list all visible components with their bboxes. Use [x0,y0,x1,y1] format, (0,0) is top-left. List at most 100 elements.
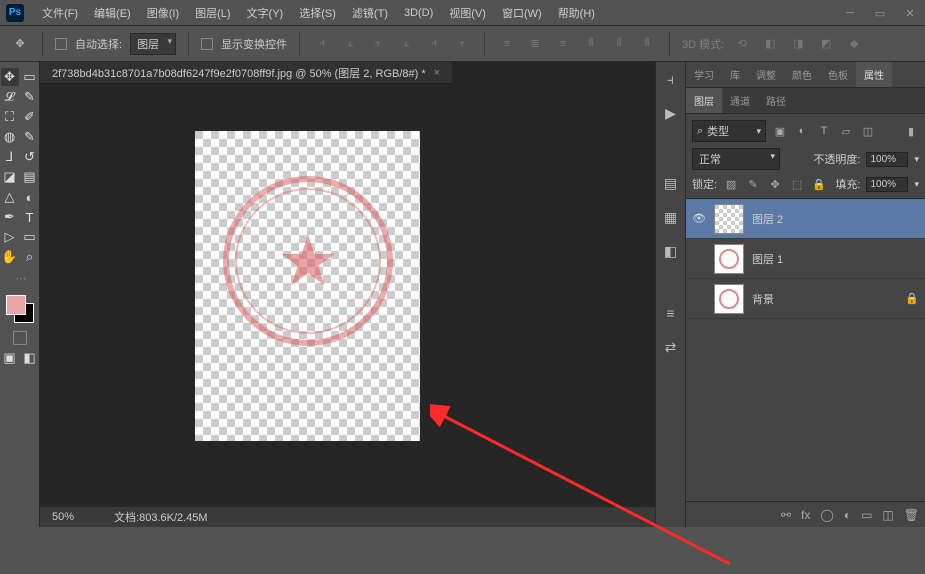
heal-tool[interactable]: ◍ [1,128,19,146]
lock-position-icon[interactable]: ✥ [767,177,783,191]
3d-orbit-icon[interactable]: ⟲ [732,34,752,54]
align-center-h-icon[interactable]: ⫠ [340,34,360,54]
hand-tool[interactable]: ✋ [1,248,19,266]
menu-type[interactable]: 文字(Y) [239,5,292,21]
pen-tool[interactable]: ✒ [1,208,19,226]
eyedropper-tool[interactable]: ✐ [21,108,39,126]
blur-tool[interactable]: △ [1,188,19,206]
gradient-tool[interactable]: ▤ [21,168,39,186]
align-left-icon[interactable]: ⫞ [312,34,332,54]
blend-mode-dropdown[interactable]: 正常 [692,148,780,170]
distribute-4-icon[interactable]: ⫴ [581,34,601,54]
menu-window[interactable]: 窗口(W) [494,5,550,21]
menu-image[interactable]: 图像(I) [139,5,187,21]
tab-paths[interactable]: 路径 [758,88,794,113]
visibility-icon[interactable]: 👁 [692,212,706,225]
tab-swatch[interactable]: 色板 [820,62,856,87]
filter-smart-icon[interactable]: ◫ [860,124,876,138]
stamp-tool[interactable]: ⅃ [1,148,19,166]
screen-mode-2-button[interactable]: ◧ [21,349,39,367]
menu-help[interactable]: 帮助(H) [550,5,603,21]
layer-fx-icon[interactable]: fx [801,508,810,522]
menu-edit[interactable]: 编辑(E) [86,5,139,21]
align-right-icon[interactable]: ⫟ [368,34,388,54]
zoom-tool[interactable]: ⌕ [21,248,39,266]
screen-mode-button[interactable]: ▣ [1,349,19,367]
auto-select-checkbox[interactable] [55,38,67,50]
filter-toggle-icon[interactable]: ▮ [903,124,919,138]
marquee-tool[interactable]: ▭ [21,68,39,86]
group-icon[interactable]: ▭ [861,508,872,522]
canvas[interactable]: ★ [40,84,655,507]
filter-image-icon[interactable]: ▣ [772,124,788,138]
menu-layer[interactable]: 图层(L) [187,5,238,21]
adjustment-layer-icon[interactable]: ◐ [844,508,851,522]
lock-all-icon[interactable]: 🔒 [811,177,827,191]
opacity-input[interactable]: 100% [866,152,908,167]
filter-adjust-icon[interactable]: ◐ [794,124,810,138]
3d-scale-icon[interactable]: ◩ [816,34,836,54]
dodge-tool[interactable]: ◐ [21,188,39,206]
layer-row[interactable]: 👁图层 2 [686,199,925,239]
menu-select[interactable]: 选择(S) [291,5,344,21]
lock-pixels-icon[interactable]: ✎ [745,177,761,191]
brush-tool[interactable]: ✎ [21,128,39,146]
lasso-tool[interactable]: 𝓛 [1,88,19,106]
tab-layers[interactable]: 图层 [686,88,722,113]
filter-shape-icon[interactable]: ▱ [838,124,854,138]
menu-filter[interactable]: 滤镜(T) [344,5,396,21]
fill-input[interactable]: 100% [866,177,908,192]
layer-thumbnail[interactable] [714,244,744,274]
align-top-icon[interactable]: ⫠ [396,34,416,54]
new-layer-icon[interactable]: ◫ [882,508,893,522]
menu-3d[interactable]: 3D(D) [396,7,441,19]
align-center-v-icon[interactable]: ⫞ [424,34,444,54]
lock-nest-icon[interactable]: ⬚ [789,177,805,191]
tab-channels[interactable]: 通道 [722,88,758,113]
layer-thumbnail[interactable] [714,204,744,234]
close-button[interactable]: ✕ [895,0,925,26]
tab-close-icon[interactable]: × [434,67,440,79]
minimize-button[interactable]: ─ [835,0,865,26]
3d-camera-icon[interactable]: ◆ [844,34,864,54]
show-transform-checkbox[interactable] [201,38,213,50]
distribute-5-icon[interactable]: ⫴ [609,34,629,54]
lock-transparency-icon[interactable]: ▨ [723,177,739,191]
link-layers-icon[interactable]: ⚯ [781,508,791,522]
shape-tool[interactable]: ▭ [21,228,39,246]
layer-thumbnail[interactable] [714,284,744,314]
crop-tool[interactable]: ⛶ [1,108,19,126]
tab-lib[interactable]: 库 [722,62,748,87]
3d-pan-icon[interactable]: ◧ [760,34,780,54]
distribute-2-icon[interactable]: ≣ [525,34,545,54]
move-tool[interactable]: ✥ [1,68,19,86]
align-bottom-icon[interactable]: ⫟ [452,34,472,54]
layer-row[interactable]: 背景🔒 [686,279,925,319]
panel-icon-1[interactable]: ⫞ [662,70,680,88]
distribute-3-icon[interactable]: ≡ [553,34,573,54]
filter-type-icon[interactable]: T [816,124,832,138]
panel-icon-3[interactable]: ▤ [662,174,680,192]
history-brush-tool[interactable]: ↺ [21,148,39,166]
tab-learn[interactable]: 学习 [686,62,722,87]
tab-props[interactable]: 属性 [856,62,892,87]
document-tab[interactable]: 2f738bd4b31c8701a7b08df6247f9e2f0708ff9f… [40,62,452,84]
layer-row[interactable]: 图层 1 [686,239,925,279]
panel-icon-6[interactable]: ≡ [662,304,680,322]
panel-icon-4[interactable]: ▦ [662,208,680,226]
zoom-value[interactable]: 50% [52,511,74,523]
quick-select-tool[interactable]: ✎ [21,88,39,106]
layer-filter-dropdown[interactable]: ⌕ 类型 ▾ [692,120,766,142]
color-swatches[interactable] [6,295,34,323]
delete-layer-icon[interactable]: 🗑 [904,508,919,522]
eraser-tool[interactable]: ◪ [1,168,19,186]
path-select-tool[interactable]: ▷ [1,228,19,246]
distribute-6-icon[interactable]: ⫴ [637,34,657,54]
menu-file[interactable]: 文件(F) [34,5,86,21]
distribute-1-icon[interactable]: ≡ [497,34,517,54]
maximize-button[interactable]: ▭ [865,0,895,26]
quick-mask-button[interactable] [13,331,27,345]
menu-view[interactable]: 视图(V) [441,5,494,21]
tab-color[interactable]: 颜色 [784,62,820,87]
panel-icon-2[interactable]: ▶ [662,104,680,122]
